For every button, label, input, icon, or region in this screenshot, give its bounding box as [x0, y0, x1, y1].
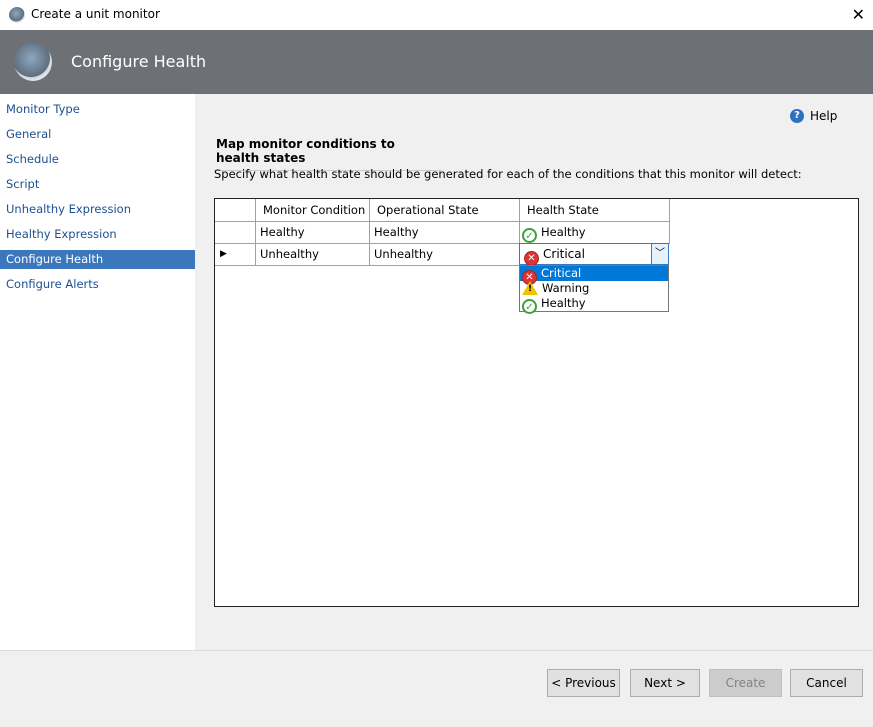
row-header-corner	[215, 199, 256, 222]
cancel-button[interactable]: Cancel	[790, 669, 863, 697]
row-header-current[interactable]: ▶	[215, 243, 256, 266]
current-row-arrow-icon: ▶	[220, 249, 227, 259]
nav-item-script[interactable]: Script	[0, 175, 195, 194]
option-label: Healthy	[541, 296, 586, 310]
next-button[interactable]: Next >	[630, 669, 700, 697]
healthy-icon: ✓	[522, 299, 537, 314]
column-header-health-state[interactable]: Health State	[520, 199, 670, 222]
warning-icon: !	[522, 281, 538, 295]
cell-monitor-condition[interactable]: Unhealthy	[256, 243, 370, 266]
nav-item-general[interactable]: General	[0, 125, 195, 144]
option-warning[interactable]: ! Warning	[520, 281, 668, 296]
column-header-monitor-condition[interactable]: Monitor Condition	[256, 199, 370, 222]
nav-item-monitor-type[interactable]: Monitor Type	[0, 100, 195, 119]
column-header-operational-state[interactable]: Operational State	[370, 199, 520, 222]
app-icon	[9, 7, 25, 23]
healthy-icon: ✓	[522, 228, 537, 243]
cell-health-state[interactable]: ✓ Healthy	[520, 221, 670, 244]
chevron-down-icon[interactable]: ﹀	[651, 244, 668, 264]
nav-item-configure-alerts[interactable]: Configure Alerts	[0, 275, 195, 294]
title-bar: Create a unit monitor ✕	[0, 0, 873, 30]
cell-monitor-condition[interactable]: Healthy	[256, 221, 370, 244]
wizard-nav: Monitor Type General Schedule Script Unh…	[0, 94, 195, 650]
help-icon: ?	[790, 109, 804, 123]
help-label: Help	[810, 109, 838, 123]
create-button[interactable]: Create	[709, 669, 782, 697]
page-header: Configure Health	[0, 30, 873, 94]
window-title: Create a unit monitor	[31, 7, 160, 21]
nav-item-schedule[interactable]: Schedule	[0, 150, 195, 169]
section-title: Map monitor conditions to health states	[214, 137, 442, 171]
close-icon[interactable]: ✕	[852, 5, 865, 24]
combobox-value: Critical	[543, 247, 585, 261]
page-title: Configure Health	[71, 52, 207, 71]
wizard-icon	[14, 43, 52, 81]
nav-item-unhealthy-expression[interactable]: Unhealthy Expression	[0, 200, 195, 219]
health-state-combobox[interactable]: ✕ Critical ﹀	[519, 243, 669, 266]
previous-button[interactable]: < Previous	[547, 669, 620, 697]
option-critical[interactable]: ✕ Critical	[520, 266, 668, 285]
help-link[interactable]: ? Help	[790, 109, 837, 123]
row-header[interactable]	[215, 221, 256, 244]
nav-item-configure-health[interactable]: Configure Health	[0, 250, 195, 269]
option-label: Critical	[541, 266, 582, 280]
health-state-label: Healthy	[541, 225, 586, 239]
health-state-dropdown-list: ✕ Critical ! Warning ✓ Healthy	[519, 265, 669, 314]
option-label: Warning	[542, 281, 590, 295]
cell-operational-state[interactable]: Unhealthy	[370, 243, 520, 266]
option-healthy[interactable]: ✓ Healthy	[520, 296, 668, 314]
nav-item-healthy-expression[interactable]: Healthy Expression	[0, 225, 195, 244]
critical-icon: ✕	[524, 251, 539, 266]
cell-operational-state[interactable]: Healthy	[370, 221, 520, 244]
section-description: Specify what health state should be gene…	[214, 167, 802, 181]
